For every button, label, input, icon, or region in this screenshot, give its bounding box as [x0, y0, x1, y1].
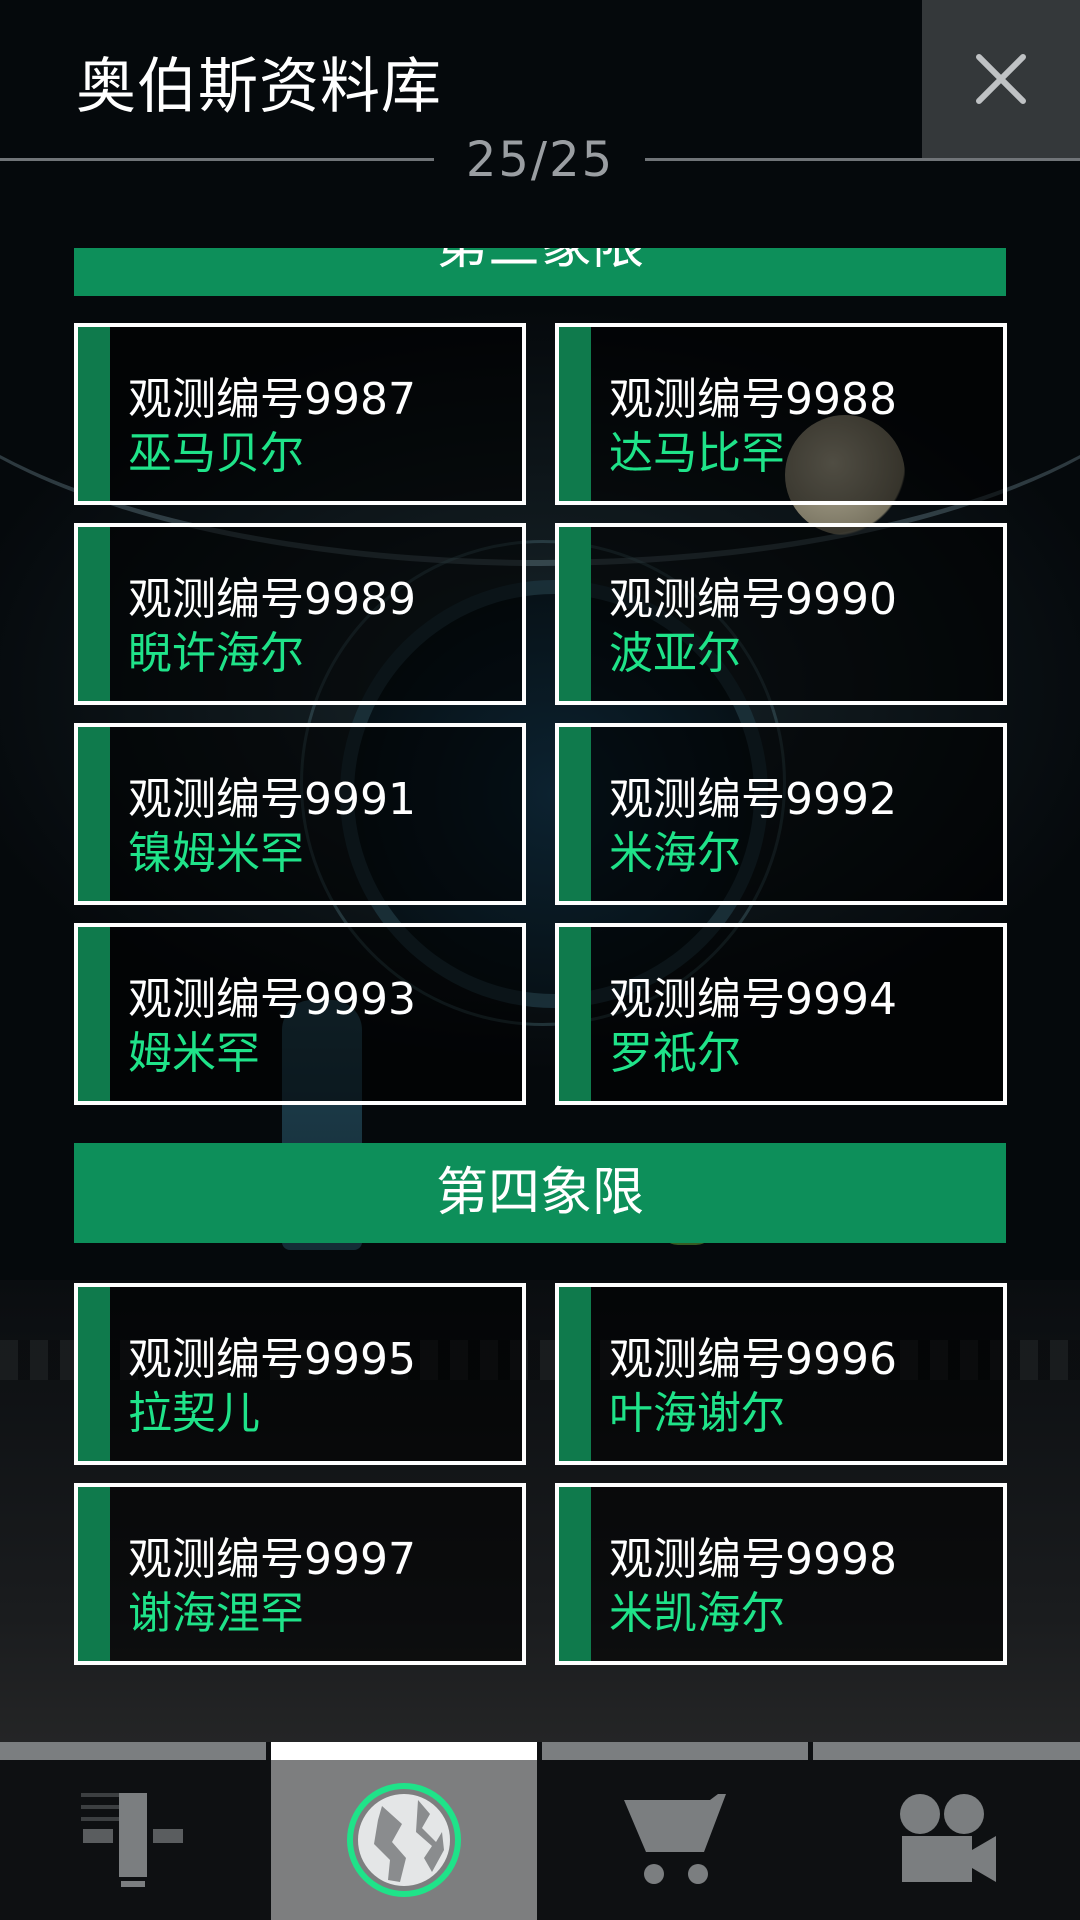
entry-card[interactable]: 观测编号9988 达马比罕	[555, 323, 1007, 505]
entry-card[interactable]: 观测编号9991 镍姆米罕	[74, 723, 526, 905]
entry-card[interactable]: 观测编号9996 叶海谢尔	[555, 1283, 1007, 1465]
entry-list[interactable]: 第三象限 观测编号9987 巫马贝尔 观测编号9988 达马比罕 观测编号998…	[0, 248, 1080, 1668]
entry-card[interactable]: 观测编号9987 巫马贝尔	[74, 323, 526, 505]
entry-card[interactable]: 观测编号9994 罗祇尔	[555, 923, 1007, 1105]
bottom-tab-bar	[0, 1742, 1080, 1920]
tab-shop[interactable]	[542, 1742, 808, 1920]
close-icon	[976, 54, 1026, 104]
card-accent	[559, 727, 591, 901]
entry-card[interactable]: 观测编号9995 拉契儿	[74, 1283, 526, 1465]
tab-planet[interactable]	[271, 1742, 537, 1920]
tab-log[interactable]	[0, 1742, 266, 1920]
card-accent	[559, 527, 591, 701]
entry-name: 叶海谢尔	[609, 1388, 785, 1439]
card-accent	[78, 927, 110, 1101]
divider-right	[645, 158, 1080, 161]
card-accent	[78, 1487, 110, 1661]
page-counter: 25/25	[465, 132, 615, 188]
tab-indicator	[813, 1742, 1080, 1760]
section-header: 第四象限	[74, 1143, 1006, 1243]
entry-name: 姆米罕	[128, 1028, 260, 1079]
entry-card[interactable]: 观测编号9989 睨许海尔	[74, 523, 526, 705]
entry-name: 镍姆米罕	[128, 828, 304, 879]
tab-indicator	[542, 1742, 808, 1760]
entry-card[interactable]: 观测编号9997 谢海浬罕	[74, 1483, 526, 1665]
entry-name: 波亚尔	[609, 628, 741, 679]
page-title: 奥伯斯资料库	[76, 52, 442, 122]
entry-name: 睨许海尔	[128, 628, 304, 679]
card-accent	[559, 1287, 591, 1461]
tab-indicator	[271, 1742, 537, 1760]
card-accent	[559, 1487, 591, 1661]
card-accent	[559, 927, 591, 1101]
entry-card[interactable]: 观测编号9998 米凯海尔	[555, 1483, 1007, 1665]
card-accent	[78, 527, 110, 701]
tab-indicator	[0, 1742, 266, 1760]
planet-icon	[347, 1783, 461, 1897]
card-accent	[559, 327, 591, 501]
entry-name: 拉契儿	[128, 1388, 260, 1439]
close-button[interactable]	[922, 0, 1080, 158]
cart-icon	[624, 1794, 726, 1884]
entry-name: 米凯海尔	[609, 1588, 785, 1639]
entry-name: 谢海浬罕	[128, 1588, 304, 1639]
log-icon	[81, 1793, 183, 1887]
entry-name: 巫马贝尔	[128, 428, 304, 479]
card-accent	[78, 727, 110, 901]
entry-card[interactable]: 观测编号9993 姆米罕	[74, 923, 526, 1105]
card-accent	[78, 327, 110, 501]
divider-left	[0, 158, 434, 161]
section-header: 第三象限	[74, 248, 1006, 296]
entry-card[interactable]: 观测编号9990 波亚尔	[555, 523, 1007, 705]
tab-camera[interactable]	[813, 1742, 1080, 1920]
card-accent	[78, 1287, 110, 1461]
entry-card[interactable]: 观测编号9992 米海尔	[555, 723, 1007, 905]
entry-name: 达马比罕	[609, 428, 785, 479]
camera-icon	[899, 1794, 996, 1882]
entry-name: 罗祇尔	[609, 1028, 741, 1079]
entry-name: 米海尔	[609, 828, 741, 879]
